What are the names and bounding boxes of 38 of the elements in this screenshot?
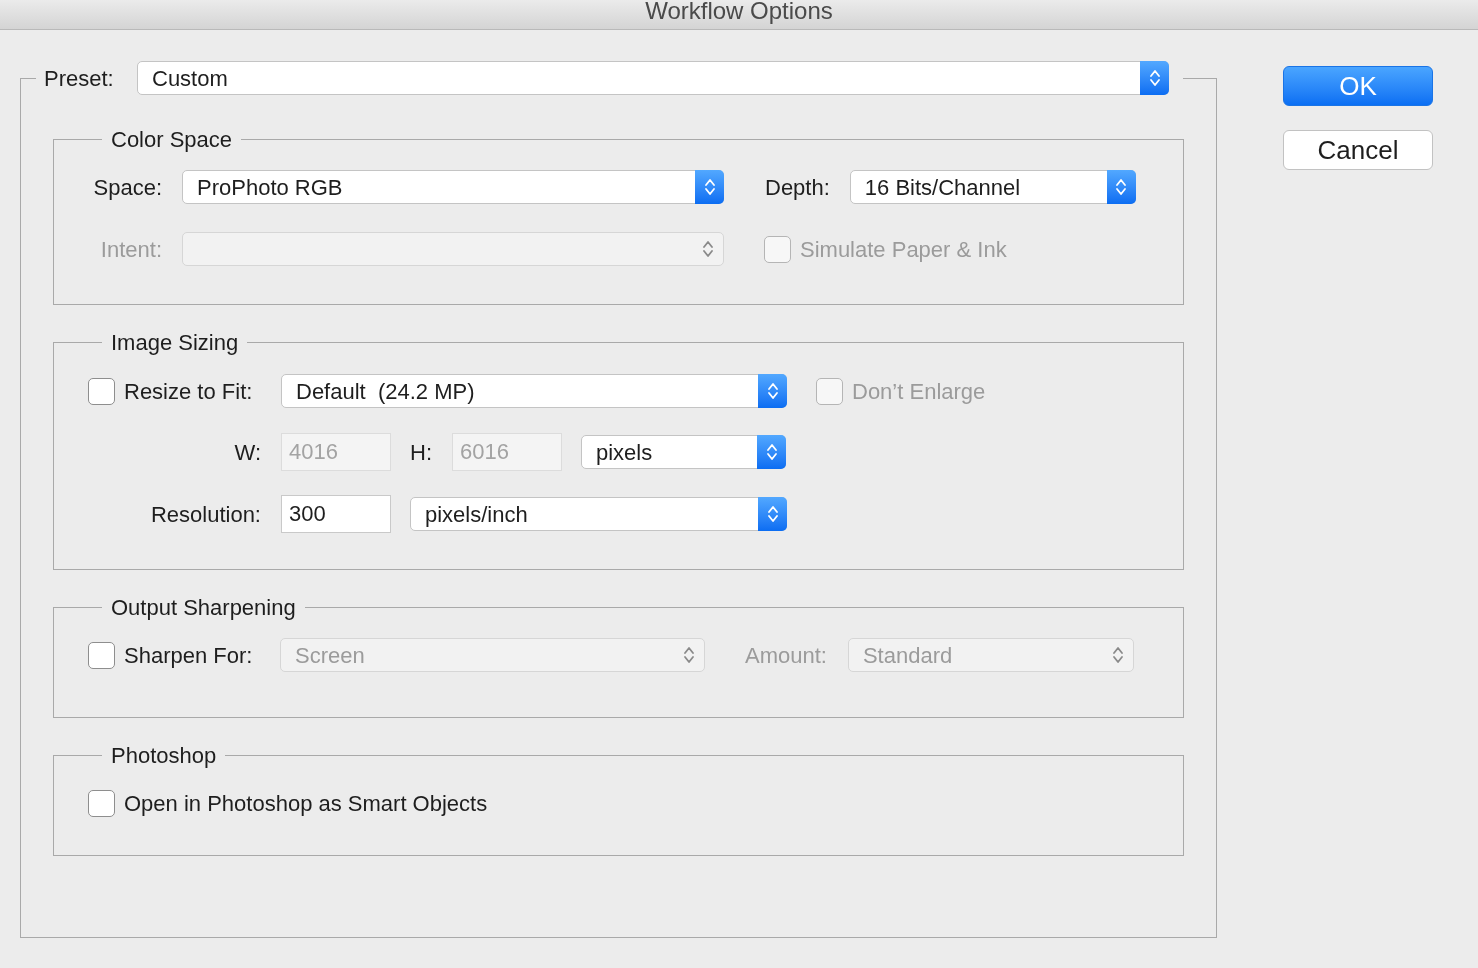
field-label: Depth: xyxy=(765,173,830,202)
field-label: Amount: xyxy=(745,641,827,670)
up-down-chevron-icon xyxy=(766,504,779,524)
up-down-chevron-icon xyxy=(1115,177,1128,197)
checkbox-label: Simulate Paper & Ink xyxy=(800,235,1007,264)
up-down-chevron-icon xyxy=(683,645,695,665)
up-down-chevron-icon xyxy=(702,239,714,259)
window-title: Workflow Options xyxy=(645,0,833,22)
checkbox-label: Don’t Enlarge xyxy=(852,377,986,406)
checkbox-label: Sharpen For: xyxy=(124,641,253,670)
dropdown[interactable]: pixels xyxy=(581,435,786,469)
group-title: Image Sizing xyxy=(111,330,239,355)
checkbox[interactable] xyxy=(88,641,115,669)
field-label: H: xyxy=(410,438,432,467)
up-down-chevron-icon xyxy=(765,442,778,462)
up-down-chevron-icon xyxy=(1148,68,1161,88)
group-title: Photoshop xyxy=(111,743,217,768)
dropdown[interactable]: 16 Bits/Channel xyxy=(849,170,1136,204)
checkbox-label: Open in Photoshop as Smart Objects xyxy=(124,789,488,818)
field-label: W: xyxy=(233,438,261,467)
checkbox[interactable] xyxy=(88,789,115,817)
field-label: Intent: xyxy=(99,235,162,264)
field-label: Space: xyxy=(92,173,162,202)
up-down-chevron-icon xyxy=(703,177,716,197)
checkbox[interactable] xyxy=(88,377,115,405)
field-label: Resolution: xyxy=(149,500,261,529)
checkbox-label: Resize to Fit: xyxy=(124,377,253,406)
input-field[interactable]: 300 xyxy=(281,495,391,533)
dropdown[interactable]: ProPhoto RGB xyxy=(182,170,724,204)
dropdown[interactable]: pixels/inch xyxy=(410,497,787,531)
group-title: Color Space xyxy=(111,127,233,152)
dialog-button[interactable]: Cancel xyxy=(1283,130,1433,170)
field-label: Preset: xyxy=(44,64,115,93)
up-down-chevron-icon xyxy=(766,381,779,401)
dropdown[interactable]: Default (24.2 MP) xyxy=(281,374,787,408)
dropdown[interactable]: Custom xyxy=(137,61,1169,95)
up-down-chevron-icon xyxy=(1111,645,1124,665)
group-title: Output Sharpening xyxy=(111,595,296,620)
